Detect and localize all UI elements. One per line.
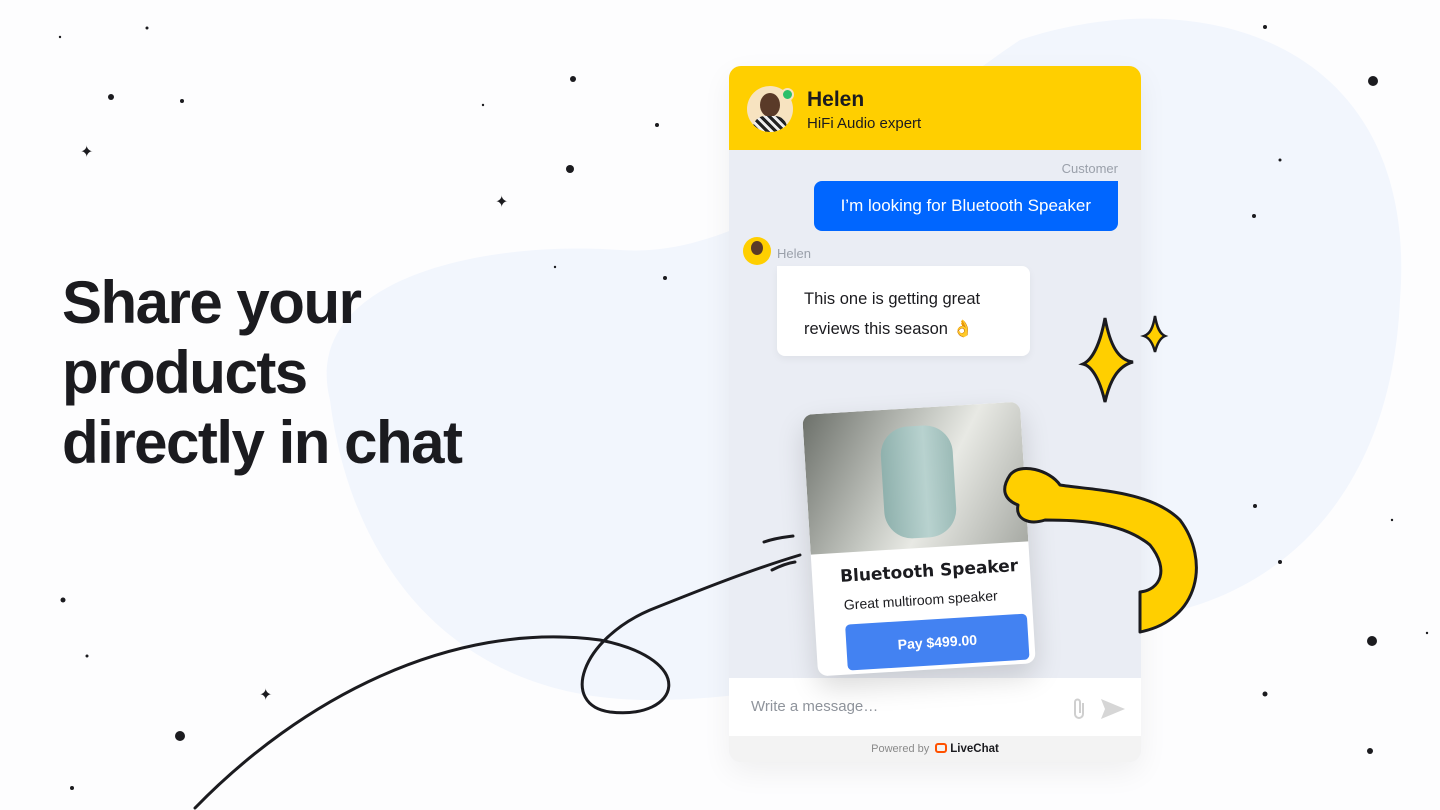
attachment-icon[interactable] (1069, 696, 1089, 722)
svg-text:✦: ✦ (259, 687, 272, 704)
send-icon[interactable] (1099, 697, 1127, 721)
agent-message: This one is getting great reviews this s… (777, 266, 1030, 356)
product-title: Bluetooth Speaker (839, 556, 1019, 587)
message-input[interactable]: Write a message… (729, 678, 1141, 736)
brand-name[interactable]: LiveChat (950, 743, 999, 755)
agent-role: HiFi Audio expert (807, 115, 922, 132)
agent-avatar-small (743, 237, 771, 265)
message-input-placeholder: Write a message… (751, 698, 879, 715)
customer-message: I’m looking for Bluetooth Speaker (813, 181, 1118, 231)
product-description: Great multiroom speaker (843, 587, 999, 613)
agent-label: Helen (777, 246, 811, 261)
online-status-icon (781, 88, 794, 101)
svg-text:✦: ✦ (80, 144, 93, 161)
svg-text:✦: ✦ (495, 194, 508, 211)
livechat-logo-icon (935, 743, 948, 753)
product-card: Bluetooth Speaker Great multiroom speake… (802, 401, 1036, 677)
customer-label: Customer (1061, 161, 1118, 176)
headline: Share your products directly in chat (62, 268, 522, 478)
agent-name: Helen (807, 88, 865, 111)
headline-line: Share your (62, 269, 362, 336)
chat-header: Helen HiFi Audio expert (729, 66, 1141, 150)
pay-button[interactable]: Pay $499.00 (845, 613, 1030, 671)
powered-by-text: Powered by (871, 743, 930, 755)
headline-line: directly in chat (62, 409, 463, 476)
product-image (802, 401, 1029, 555)
headline-line: products (62, 339, 308, 406)
powered-by: Powered by LiveChat (729, 736, 1141, 762)
